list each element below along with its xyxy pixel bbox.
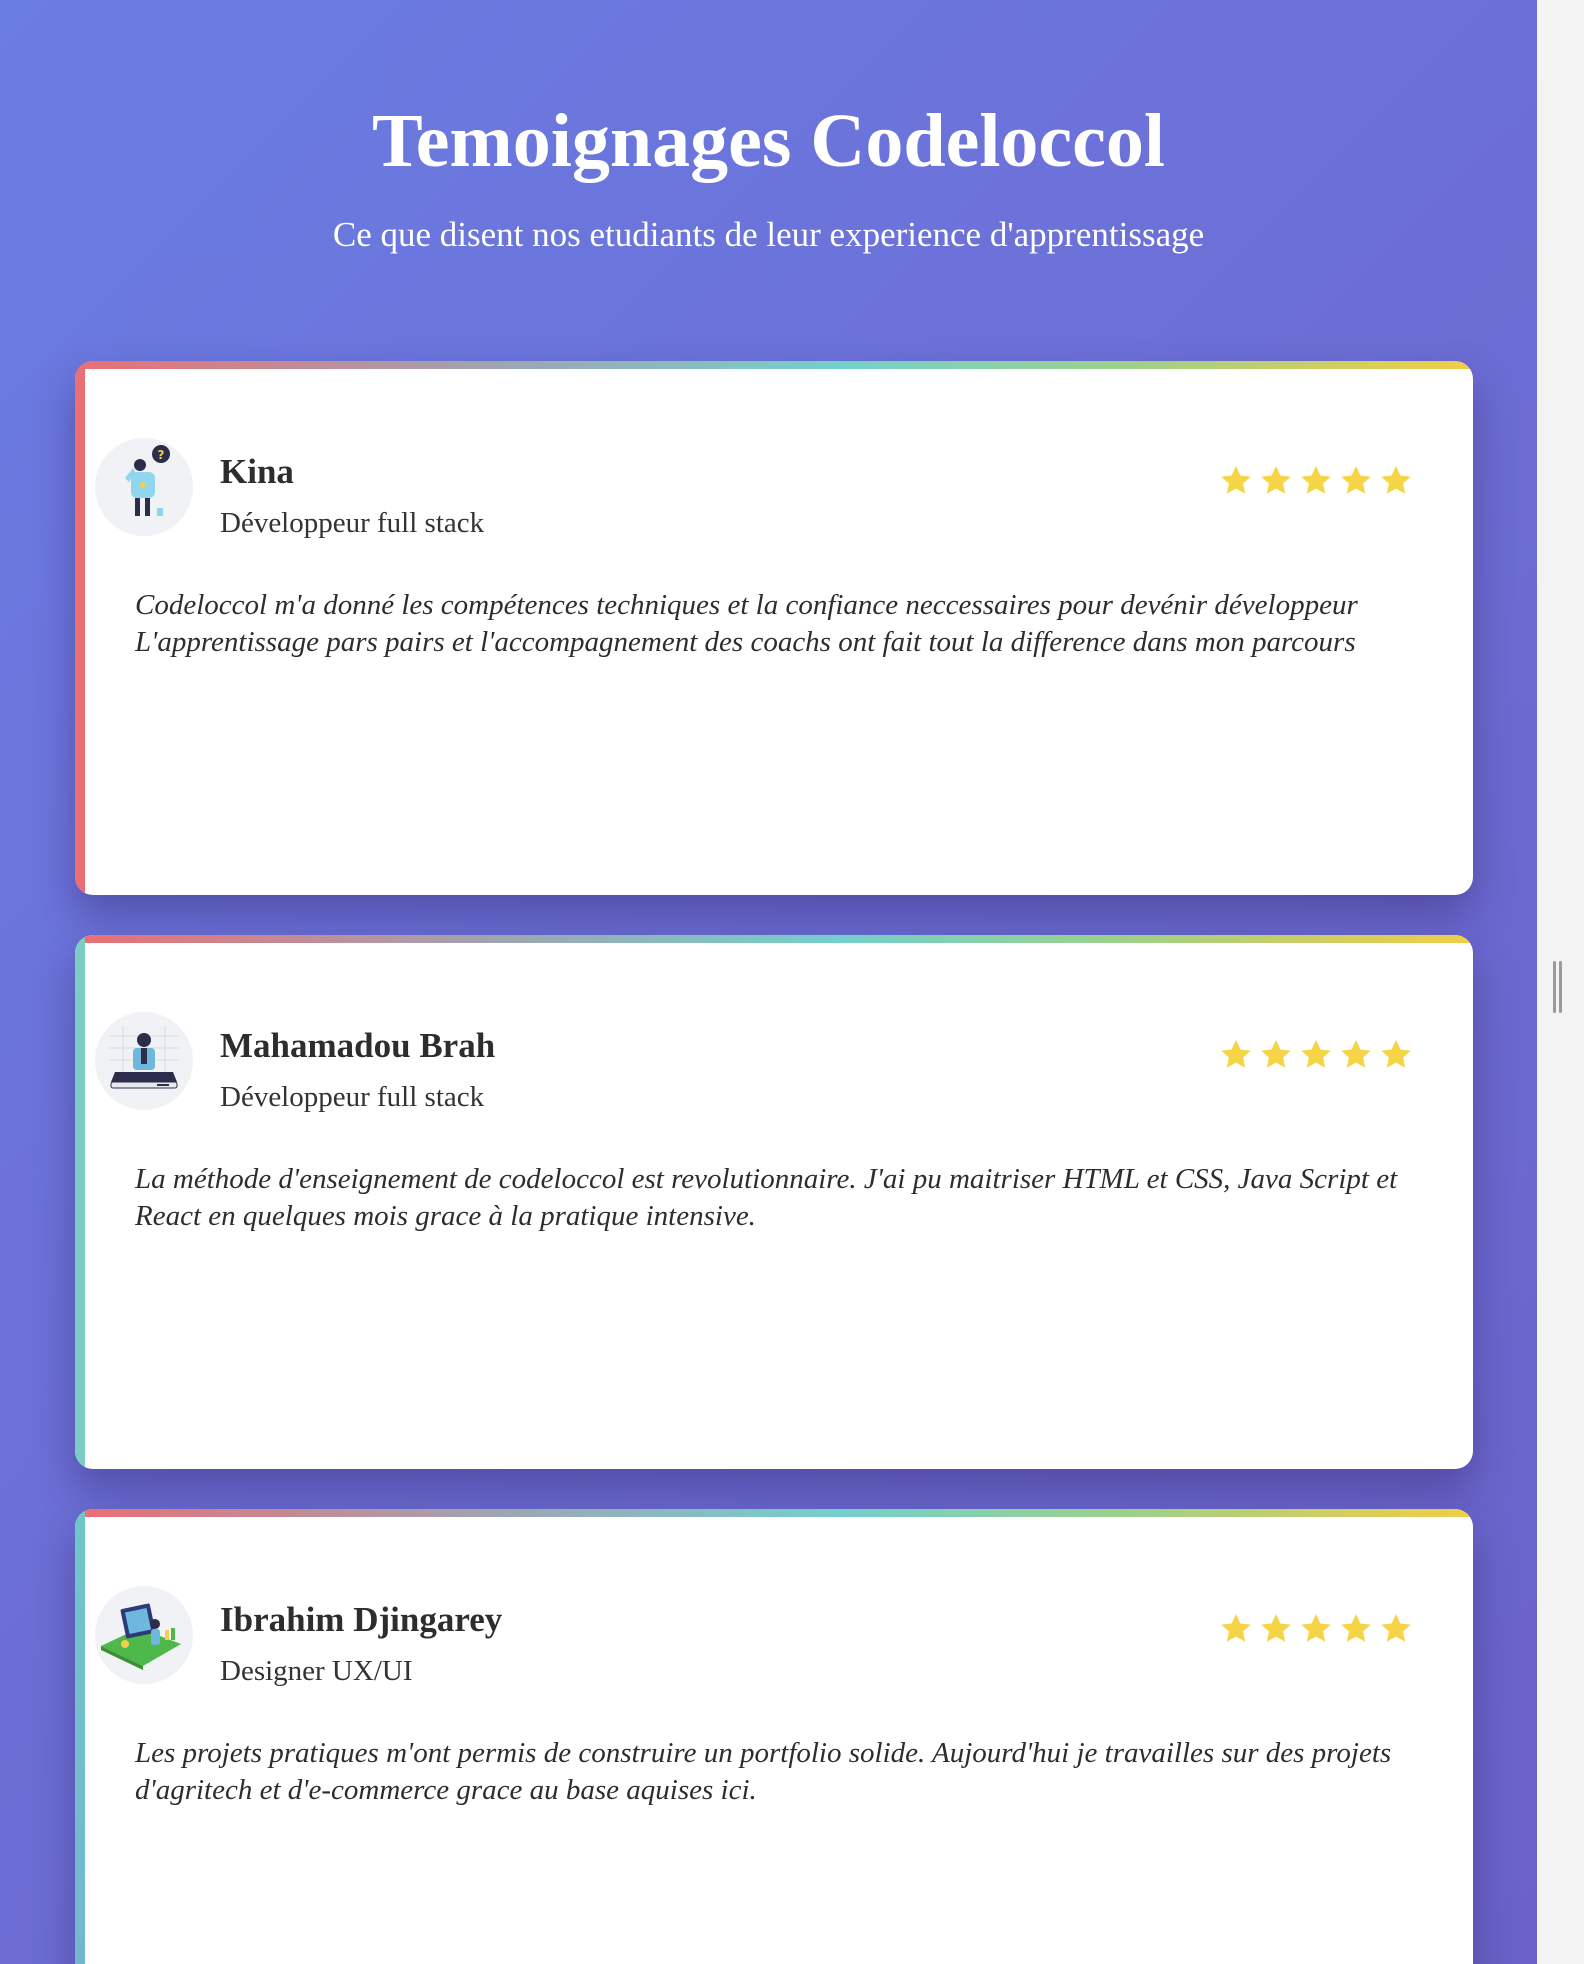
testimonial-card: Ibrahim Djingarey Designer UX/UI Les pro… [75, 1509, 1473, 1964]
page-subtitle: Ce que disent nos etudiants de leur expe… [332, 215, 1205, 254]
star-icon [1338, 1611, 1374, 1651]
testimonial-quote: Les projets pratiques m'ont permis de co… [135, 1737, 1392, 1806]
developer-laptop-illustration-icon [95, 1012, 193, 1110]
star-rating [1218, 1037, 1414, 1077]
avatar [95, 1012, 193, 1110]
reviewer-role: Designer UX/UI [220, 1655, 413, 1687]
designer-board-illustration-icon [95, 1586, 193, 1684]
star-rating [1218, 1611, 1414, 1651]
star-icon [1298, 1037, 1334, 1077]
reviewer-name: Kina [220, 452, 294, 491]
star-icon [1218, 1611, 1254, 1651]
testimonial-card: Mahamadou Brah Développeur full stack La… [75, 935, 1473, 1469]
pane-resize-handle[interactable] [1553, 961, 1563, 1013]
star-icon [1378, 1037, 1414, 1077]
card-top-accent-bar [75, 361, 1473, 369]
reviewer-name: Mahamadou Brah [220, 1026, 496, 1065]
star-icon [1298, 1611, 1334, 1651]
card-left-accent-bar [75, 361, 85, 895]
browser-viewport: Temoignages Codeloccol Ce que disent nos… [0, 0, 1584, 1964]
card-top-accent-bar [75, 1509, 1473, 1517]
testimonial-quote: La méthode d'enseignement de codeloccol … [135, 1163, 1398, 1232]
star-icon [1298, 463, 1334, 503]
star-icon [1338, 1037, 1374, 1077]
star-icon [1378, 1611, 1414, 1651]
svg-text:?: ? [158, 448, 165, 462]
testimonials-page: Temoignages Codeloccol Ce que disent nos… [0, 0, 1537, 1964]
testimonial-quote: Codeloccol m'a donné les compétences tec… [135, 589, 1358, 658]
avatar [95, 1586, 193, 1684]
page-title: Temoignages Codeloccol [371, 99, 1166, 183]
person-question-illustration-icon: ? [95, 438, 193, 536]
card-left-accent-bar [75, 1509, 85, 1964]
star-icon [1338, 463, 1374, 503]
star-icon [1218, 463, 1254, 503]
star-icon [1218, 1037, 1254, 1077]
reviewer-role: Développeur full stack [220, 1081, 485, 1113]
star-icon [1258, 1037, 1294, 1077]
reviewer-name: Ibrahim Djingarey [220, 1600, 503, 1639]
star-icon [1258, 1611, 1294, 1651]
testimonial-card: ? Kina Développeur full stack Codeloccol… [75, 361, 1473, 895]
star-icon [1378, 463, 1414, 503]
card-left-accent-bar [75, 935, 85, 1469]
avatar: ? [95, 438, 193, 536]
reviewer-role: Développeur full stack [220, 507, 485, 539]
card-top-accent-bar [75, 935, 1473, 943]
star-icon [1258, 463, 1294, 503]
page-header: Temoignages Codeloccol Ce que disent nos… [0, 96, 1537, 256]
star-rating [1218, 463, 1414, 503]
